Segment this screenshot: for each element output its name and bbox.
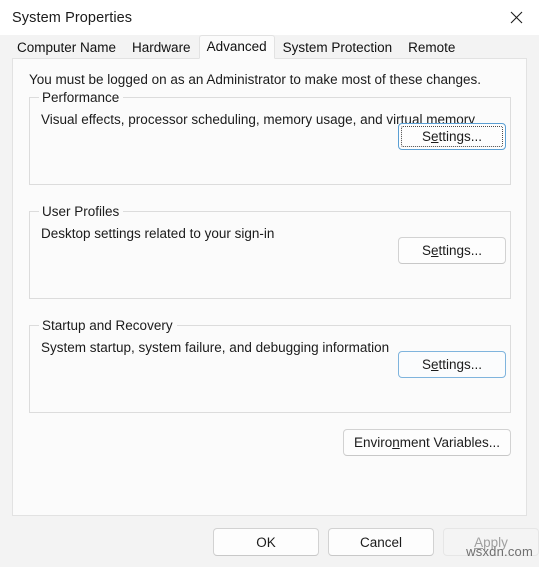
cancel-button[interactable]: Cancel: [328, 528, 434, 556]
system-properties-dialog: System Properties Computer Name Hardware…: [0, 0, 539, 567]
window-title: System Properties: [12, 9, 133, 26]
performance-group-label: Performance: [39, 90, 124, 105]
environment-variables-button[interactable]: Enviro n ment Variables...: [343, 429, 511, 456]
dialog-footer: OK Cancel Apply: [0, 518, 539, 567]
apply-label-suffix: pply: [483, 534, 508, 550]
environment-variables-label-suffix: ment Variables...: [399, 435, 501, 450]
administrator-note: You must be logged on as an Administrato…: [29, 72, 482, 87]
environment-variables-label-prefix: Enviro: [353, 435, 393, 450]
advanced-tab-panel: You must be logged on as an Administrato…: [12, 58, 527, 516]
startup-recovery-settings-label-suffix: ttings...: [438, 357, 483, 372]
close-button[interactable]: [493, 0, 539, 35]
ok-button[interactable]: OK: [213, 528, 319, 556]
tab-hardware[interactable]: Hardware: [124, 36, 199, 59]
apply-accel: A: [474, 534, 484, 550]
tab-remote[interactable]: Remote: [400, 36, 463, 59]
startup-recovery-group-label: Startup and Recovery: [39, 318, 177, 333]
performance-settings-button[interactable]: Se ttings...: [398, 123, 506, 150]
startup-recovery-settings-label-prefix: S: [421, 357, 431, 372]
apply-button[interactable]: Apply: [443, 528, 539, 556]
tab-advanced[interactable]: Advanced: [198, 35, 275, 59]
performance-settings-label-prefix: S: [421, 129, 431, 144]
tab-system-protection[interactable]: System Protection: [275, 36, 401, 59]
startup-recovery-description: System startup, system failure, and debu…: [41, 340, 390, 355]
user-profiles-settings-label-suffix: ttings...: [438, 243, 483, 258]
user-profiles-description: Desktop settings related to your sign-in: [41, 226, 275, 241]
close-icon: [510, 11, 523, 24]
user-profiles-settings-button[interactable]: Se ttings...: [398, 237, 506, 264]
title-bar: System Properties: [0, 0, 539, 35]
tab-computer-name[interactable]: Computer Name: [9, 36, 124, 59]
user-profiles-settings-accel: e: [430, 243, 439, 258]
startup-recovery-settings-button[interactable]: Se ttings...: [398, 351, 506, 378]
user-profiles-settings-label-prefix: S: [421, 243, 431, 258]
environment-variables-accel: n: [392, 435, 400, 450]
performance-settings-accel: e: [430, 129, 439, 144]
user-profiles-group-label: User Profiles: [39, 204, 124, 219]
startup-recovery-settings-accel: e: [430, 357, 439, 372]
tab-strip: Computer Name Hardware Advanced System P…: [0, 35, 539, 59]
performance-settings-label-suffix: ttings...: [438, 129, 483, 144]
